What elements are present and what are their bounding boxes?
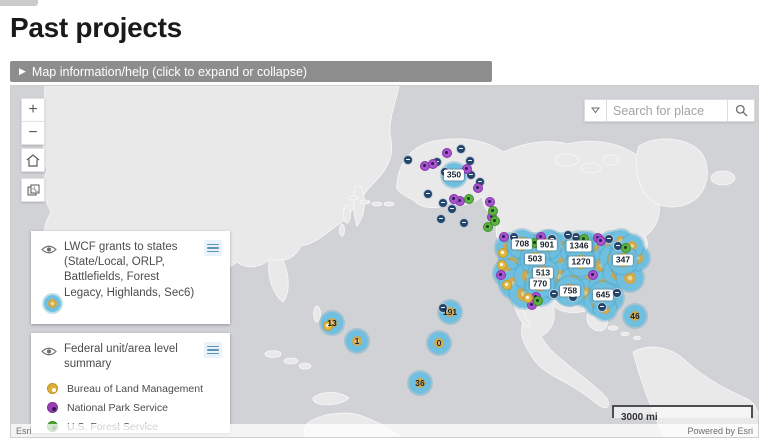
purple-site-marker[interactable] <box>473 183 483 193</box>
layer-menu-icon[interactable] <box>204 342 222 358</box>
map-help-label: Map information/help (click to expand or… <box>32 65 307 79</box>
navy-site-marker[interactable] <box>597 302 607 312</box>
navy-site-marker[interactable] <box>459 218 469 228</box>
search-input[interactable] <box>607 99 728 122</box>
zoom-out-button[interactable]: − <box>21 121 45 145</box>
navy-site-marker[interactable] <box>436 214 446 224</box>
purple-site-marker[interactable] <box>428 159 438 169</box>
attribution-esri: Esri <box>16 426 32 436</box>
layer-visibility-eye-icon[interactable] <box>41 344 58 362</box>
scale-label: 3000 mi <box>614 412 658 424</box>
cluster-count-label[interactable]: 770 <box>530 279 550 290</box>
gold-agency-icon <box>47 383 58 394</box>
legend-item: Bureau of Land Management <box>41 379 222 398</box>
legend-card-grants: LWCF grants to states (State/Local, ORLP… <box>31 231 230 324</box>
navy-site-marker[interactable] <box>423 189 433 199</box>
cluster-count-label[interactable]: 513 <box>533 268 553 279</box>
cluster-count-label[interactable]: 503 <box>525 254 545 265</box>
search-button[interactable] <box>728 99 755 122</box>
purple-agency-icon <box>47 402 58 413</box>
cluster-count-label[interactable]: 191 <box>443 307 457 317</box>
legend-item-label: Bureau of Land Management <box>58 383 203 395</box>
map-help-toggle[interactable]: ▶ Map information/help (click to expand … <box>10 61 492 82</box>
map-canvas[interactable]: 350 708 901 1346 503 1270 347 513770 758 645 13 1 0 3… <box>10 85 759 438</box>
navy-site-marker[interactable] <box>563 230 573 240</box>
cluster-count-label[interactable]: 1346 <box>567 241 592 252</box>
green-site-marker[interactable] <box>464 194 474 204</box>
cluster-count-label[interactable]: 1 <box>355 336 360 346</box>
purple-site-marker[interactable] <box>496 270 506 280</box>
search-source-dropdown[interactable] <box>584 99 607 122</box>
expand-arrow-icon: ▶ <box>19 67 26 76</box>
cluster-count-label[interactable]: 13 <box>327 318 336 328</box>
yellow-site-marker[interactable] <box>498 248 508 258</box>
cluster-count-label[interactable]: 36 <box>415 378 424 388</box>
search-widget <box>584 99 755 122</box>
cluster-count-label[interactable]: 758 <box>560 286 580 297</box>
navy-site-marker[interactable] <box>403 155 413 165</box>
navy-site-marker[interactable] <box>456 144 466 154</box>
purple-site-marker[interactable] <box>449 194 459 204</box>
yellow-site-marker[interactable] <box>502 280 512 290</box>
cluster-count-label[interactable]: 347 <box>613 255 633 266</box>
green-site-marker[interactable] <box>621 243 631 253</box>
layer-menu-icon[interactable] <box>204 240 222 256</box>
grants-layer-title: LWCF grants to states (State/Local, ORLP… <box>58 240 204 301</box>
purple-site-marker[interactable] <box>596 236 606 246</box>
yellow-site-marker[interactable] <box>497 260 507 270</box>
home-icon <box>26 154 40 167</box>
navy-site-marker[interactable] <box>612 288 622 298</box>
basemap-layers-icon <box>27 184 40 197</box>
attribution-powered-by: Powered by Esri <box>687 426 753 436</box>
green-site-marker[interactable] <box>488 206 498 216</box>
scale-bar: 3000 mi <box>612 405 753 418</box>
cluster-count-label[interactable]: 0 <box>437 338 442 348</box>
cluster-count-label[interactable]: 901 <box>537 240 557 251</box>
legend-item-label: National Park Service <box>58 402 168 414</box>
cluster-count-label[interactable]: 708 <box>512 239 532 250</box>
cluster-count-label[interactable]: 350 <box>444 170 464 181</box>
cluster-count-label[interactable]: 1270 <box>569 257 594 268</box>
cluster-count-label[interactable]: 46 <box>630 311 639 321</box>
page-title: Past projects <box>10 12 182 44</box>
green-site-marker[interactable] <box>533 296 543 306</box>
green-site-marker[interactable] <box>483 222 493 232</box>
scrollbar-artifact <box>0 0 38 6</box>
legend-card-federal: Federal unit/area level summary Bureau o… <box>31 333 230 433</box>
purple-site-marker[interactable] <box>442 148 452 158</box>
purple-site-marker[interactable] <box>588 270 598 280</box>
navy-site-marker[interactable] <box>549 289 559 299</box>
attribution-bar: Esri Powered by Esri <box>11 424 758 437</box>
chevron-down-icon <box>591 107 600 114</box>
cluster-count-label[interactable]: 645 <box>593 290 613 301</box>
zoom-in-button[interactable]: + <box>21 98 45 122</box>
purple-site-marker[interactable] <box>499 232 509 242</box>
navy-site-marker[interactable] <box>447 204 457 214</box>
cluster-symbol-swatch <box>44 295 61 312</box>
layer-visibility-eye-icon[interactable] <box>41 242 58 260</box>
search-icon <box>735 104 748 117</box>
yellow-site-marker[interactable] <box>523 293 533 303</box>
page: Past projects ▶ Map information/help (cl… <box>0 0 768 445</box>
federal-layer-title: Federal unit/area level summary <box>58 342 204 372</box>
basemap-button[interactable] <box>21 178 45 202</box>
home-button[interactable] <box>21 148 45 172</box>
legend-item: National Park Service <box>41 398 222 417</box>
